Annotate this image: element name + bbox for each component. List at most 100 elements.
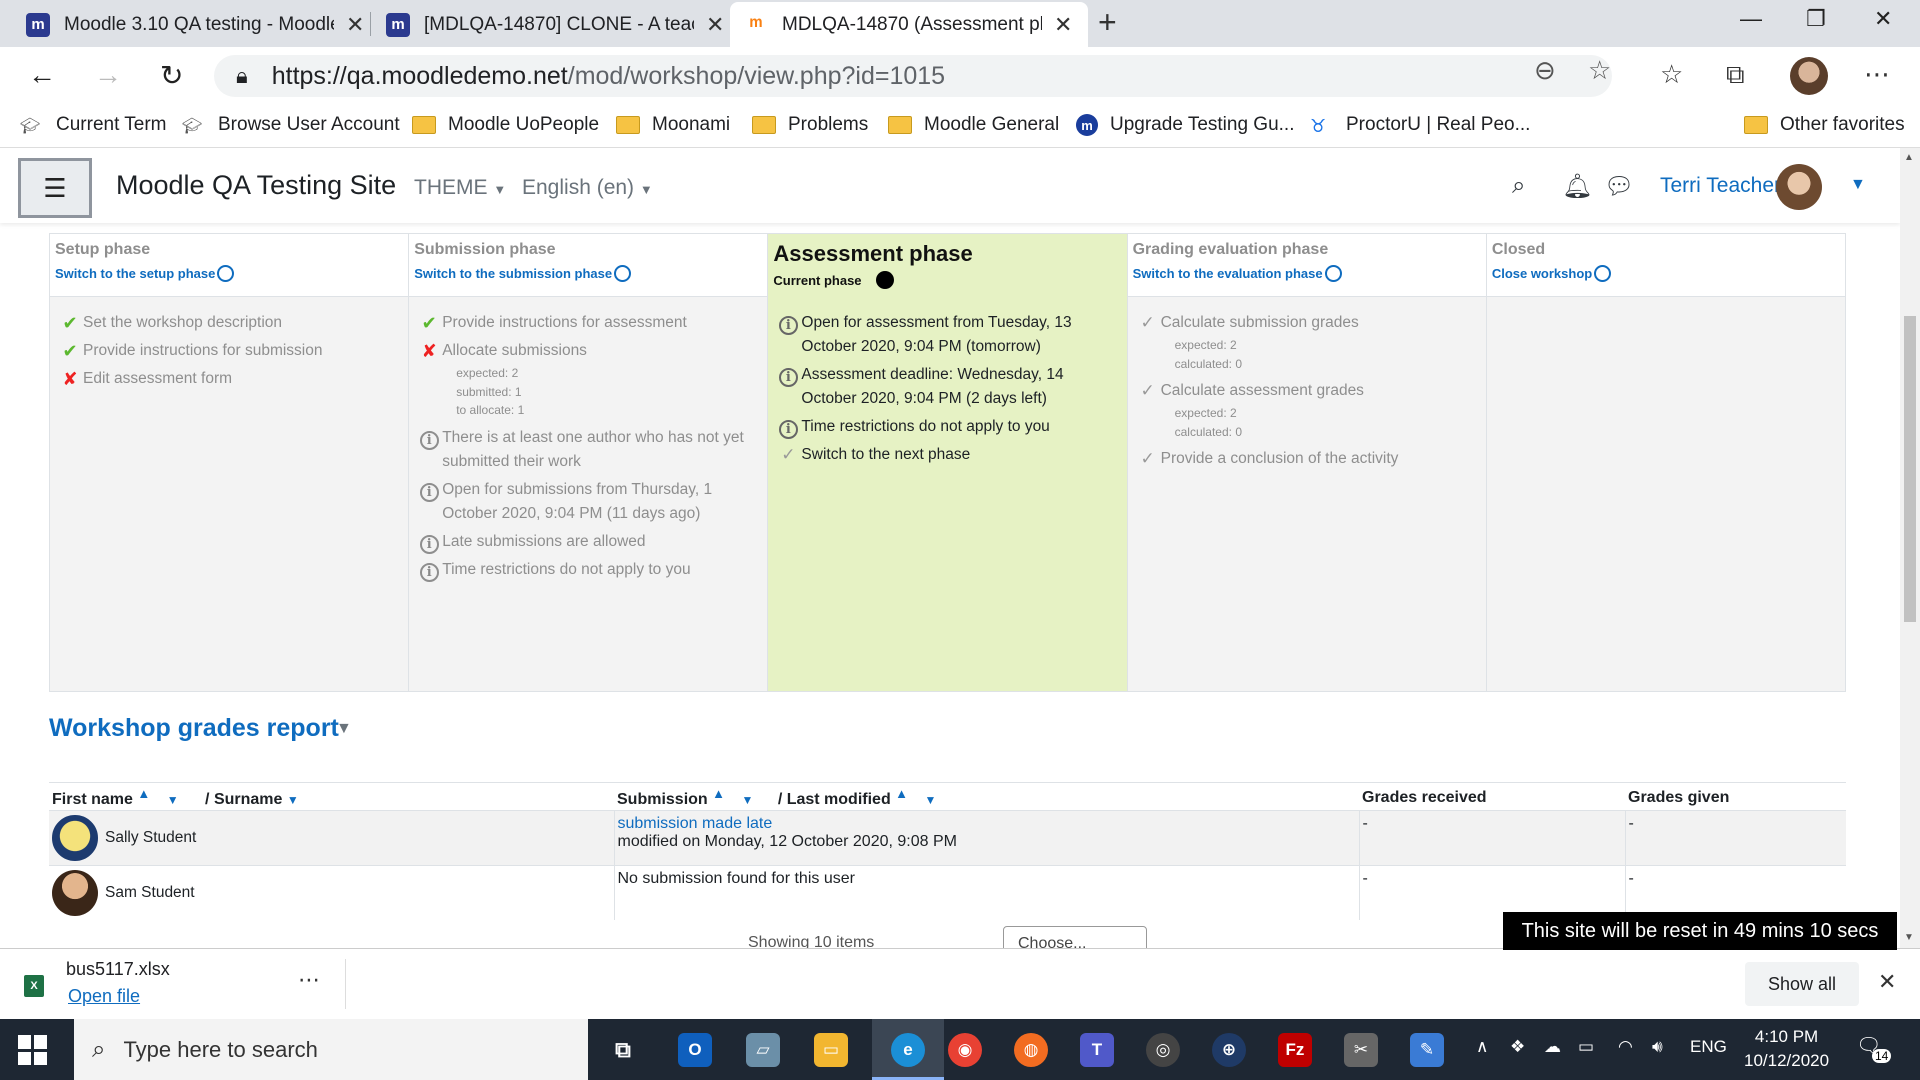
reload-icon[interactable]: ↻: [160, 59, 183, 92]
minimize-icon[interactable]: —: [1740, 6, 1762, 32]
onedrive-icon[interactable]: ☁: [1544, 1037, 1561, 1057]
bookmark-problems[interactable]: Problems: [752, 114, 868, 136]
task-item[interactable]: ✘ Allocate submissions: [416, 339, 767, 363]
file-explorer-icon[interactable]: ▭: [814, 1033, 848, 1067]
sort-asc-icon[interactable]: ▲: [895, 786, 908, 801]
more-menu-icon[interactable]: ⋯: [1864, 59, 1890, 90]
close-icon[interactable]: ✕: [706, 12, 724, 38]
grades-report-title[interactable]: Workshop grades report: [49, 714, 339, 743]
site-name[interactable]: Moodle QA Testing Site: [116, 170, 396, 201]
media-app-icon[interactable]: ◎: [1146, 1033, 1180, 1067]
bookmark-browse-user-account[interactable]: 🎓︎ Browse User Account: [182, 114, 400, 136]
firefox-icon[interactable]: ◍: [1014, 1033, 1048, 1067]
edge-browser-icon[interactable]: e: [891, 1033, 925, 1067]
avatar[interactable]: [52, 815, 98, 861]
bookmark-moodle-general[interactable]: Moodle General: [888, 114, 1059, 136]
browser-tab-2[interactable]: m [MDLQA-14870] CLONE - A teacher ✕: [372, 2, 738, 47]
task-item[interactable]: ✔ Provide instructions for assessment: [416, 311, 767, 335]
input-language[interactable]: ENG: [1690, 1037, 1727, 1057]
participant-name[interactable]: Sally Student: [105, 829, 196, 847]
participant-name[interactable]: Sam Student: [105, 884, 195, 902]
volume-icon[interactable]: 🔊︎: [1652, 1037, 1663, 1057]
sort-desc-icon[interactable]: ▼: [167, 793, 179, 807]
bookmark-other-favorites[interactable]: Other favorites: [1744, 114, 1905, 136]
forward-icon[interactable]: →: [94, 59, 122, 91]
scroll-down-icon[interactable]: ▼: [1904, 932, 1914, 943]
sort-desc-icon[interactable]: ▼: [741, 793, 753, 807]
download-filename[interactable]: bus5117.xlsx: [66, 959, 170, 980]
close-icon[interactable]: ✕: [1878, 969, 1896, 995]
sort-first-name-link[interactable]: First name: [52, 791, 133, 808]
collections-icon[interactable]: ⧉: [1726, 59, 1745, 91]
switch-evaluation-phase-link[interactable]: Switch to the evaluation phase: [1133, 265, 1481, 282]
window-close-icon[interactable]: ✕: [1874, 6, 1892, 32]
profile-avatar[interactable]: [1790, 57, 1828, 95]
task-item[interactable]: ✘ Edit assessment form: [57, 367, 408, 391]
bookmark-moonami[interactable]: Moonami: [616, 114, 730, 136]
task-view-icon[interactable]: ⧉: [606, 1033, 640, 1067]
tray-overflow-icon[interactable]: ∧: [1476, 1037, 1488, 1057]
filezilla-icon[interactable]: Fz: [1278, 1033, 1312, 1067]
bookmark-upgrade-testing[interactable]: m Upgrade Testing Gu...: [1076, 114, 1294, 136]
bell-icon[interactable]: 🔔︎: [1562, 172, 1592, 201]
system-clock[interactable]: 4:10 PM 10/12/2020: [1744, 1025, 1829, 1073]
close-workshop-link[interactable]: Close workshop: [1492, 265, 1840, 282]
sort-asc-icon[interactable]: ▲: [712, 786, 725, 801]
close-icon[interactable]: ✕: [346, 12, 364, 38]
favorite-star-icon[interactable]: ☆: [1588, 55, 1611, 86]
avatar[interactable]: [52, 870, 98, 916]
search-icon[interactable]: ⌕: [1512, 172, 1525, 200]
vpn-lock-icon[interactable]: ⊕: [1212, 1033, 1246, 1067]
favorites-list-icon[interactable]: ☆: [1660, 59, 1683, 90]
back-icon[interactable]: ←: [28, 59, 56, 91]
scrollbar-thumb[interactable]: [1904, 316, 1916, 622]
dropbox-icon[interactable]: ❖: [1510, 1037, 1525, 1057]
sort-asc-icon[interactable]: ▲: [137, 786, 150, 801]
more-options-icon[interactable]: ⋯: [298, 967, 320, 993]
bookmark-current-term[interactable]: 🎓︎ Current Term: [20, 114, 167, 136]
chrome-icon[interactable]: ◉: [948, 1033, 982, 1067]
taskbar-search[interactable]: ⌕ Type here to search: [74, 1019, 588, 1080]
avatar[interactable]: [1776, 164, 1822, 210]
restore-icon[interactable]: ❐: [1806, 6, 1826, 32]
outlook-icon[interactable]: O: [678, 1033, 712, 1067]
scroll-up-icon[interactable]: ▲: [1904, 152, 1914, 163]
open-file-link[interactable]: Open file: [68, 986, 140, 1007]
battery-icon[interactable]: ▭: [1578, 1037, 1594, 1057]
language-menu[interactable]: English (en) ▼: [522, 176, 653, 200]
drawer-toggle-button[interactable]: ☰: [18, 158, 92, 218]
switch-setup-phase-link[interactable]: Switch to the setup phase: [55, 265, 403, 282]
zoom-icon[interactable]: ⊖: [1534, 55, 1556, 86]
paint-icon[interactable]: ✎: [1410, 1033, 1444, 1067]
theme-menu[interactable]: THEME ▼: [414, 176, 506, 200]
new-tab-button[interactable]: +: [1098, 4, 1117, 41]
url-field[interactable]: 🔒︎ https://qa.moodledemo.net/mod/worksho…: [214, 55, 1612, 97]
browser-tab-1[interactable]: m Moodle 3.10 QA testing - Moodle ✕: [12, 2, 378, 47]
task-item[interactable]: ✓ Switch to the next phase: [775, 443, 1126, 467]
task-item[interactable]: ✔ Provide instructions for submission: [57, 339, 408, 363]
participant[interactable]: Sally Student: [52, 815, 611, 861]
windows-start-icon[interactable]: [18, 1035, 48, 1065]
sort-desc-icon[interactable]: ▼: [925, 793, 937, 807]
task-item[interactable]: ✔ Set the workshop description: [57, 311, 408, 335]
sort-desc-icon[interactable]: ▼: [287, 793, 299, 807]
wifi-icon[interactable]: ◠: [1618, 1037, 1633, 1057]
submission-link[interactable]: submission made late: [618, 815, 1356, 833]
browser-tab-3-active[interactable]: ᵐ MDLQA-14870 (Assessment phase) ✕: [730, 2, 1088, 47]
bookmark-proctoru[interactable]: ♉︎ ProctorU | Real Peo...: [1310, 114, 1530, 136]
caret-down-icon[interactable]: ▼: [1850, 176, 1866, 194]
bookmark-moodle-uopeople[interactable]: Moodle UoPeople: [412, 114, 599, 136]
sort-last-modified-link[interactable]: / Last modified: [778, 791, 891, 808]
show-all-button[interactable]: Show all: [1745, 962, 1859, 1006]
per-page-select[interactable]: Choose...: [1003, 926, 1147, 948]
snipping-tool-icon[interactable]: ✂: [1344, 1033, 1378, 1067]
close-icon[interactable]: ✕: [1054, 12, 1072, 38]
sort-submission-link[interactable]: Submission: [617, 791, 708, 808]
teams-icon[interactable]: T: [1080, 1033, 1114, 1067]
notes-app-icon[interactable]: ▱: [746, 1033, 780, 1067]
switch-submission-phase-link[interactable]: Switch to the submission phase: [414, 265, 762, 282]
message-icon[interactable]: 💬︎: [1604, 172, 1634, 201]
user-menu-name[interactable]: Terri Teacher: [1660, 174, 1781, 198]
participant[interactable]: Sam Student: [52, 870, 611, 916]
sort-surname-link[interactable]: / Surname: [205, 791, 282, 808]
